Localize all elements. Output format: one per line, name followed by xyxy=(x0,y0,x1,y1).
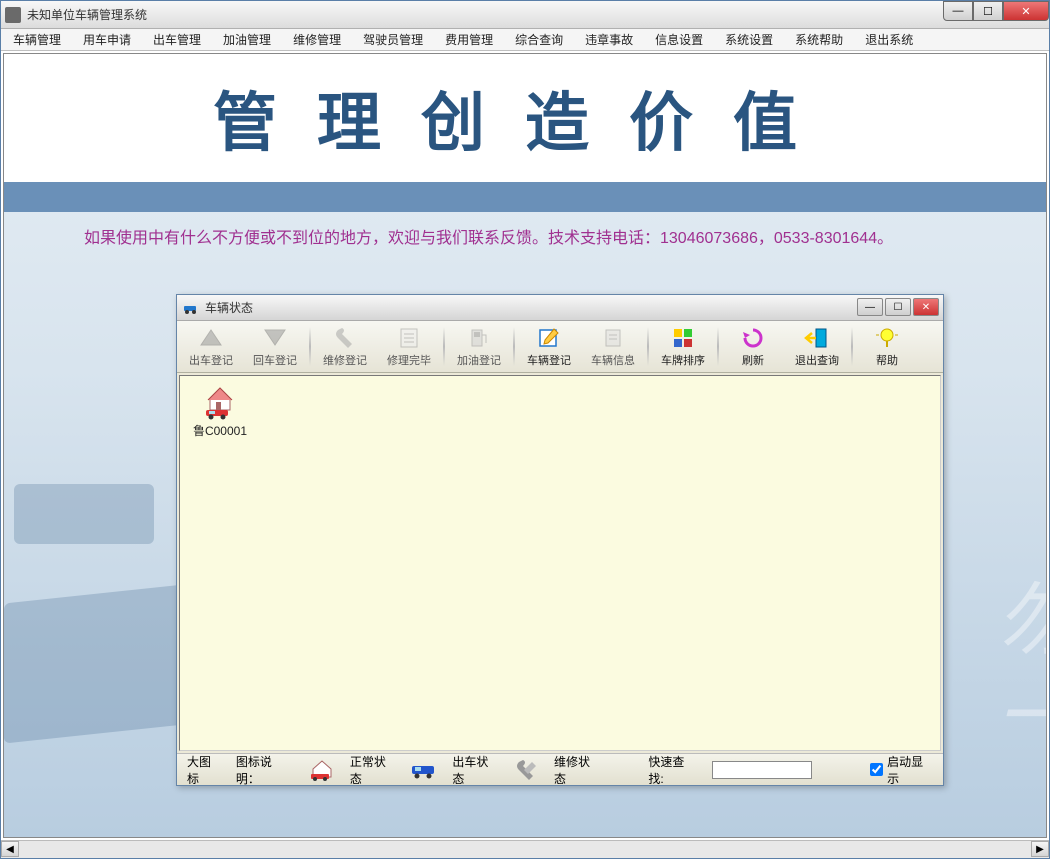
auto-show-checkbox[interactable]: 启动显示 xyxy=(870,753,933,787)
legend-label: 图标说明： xyxy=(236,753,294,787)
child-window-title: 车辆状态 xyxy=(205,299,253,316)
vehicle-info-button: 车辆信息 xyxy=(581,323,645,370)
plate-sort-button[interactable]: 车牌排序 xyxy=(651,323,715,370)
wrench-icon xyxy=(332,326,358,350)
quick-search-label: 快速查找: xyxy=(648,753,698,787)
help-icon xyxy=(874,326,900,350)
scroll-right-button[interactable]: ▶ xyxy=(1031,841,1049,857)
toolbar-separator xyxy=(513,327,515,366)
toolbar-separator xyxy=(647,327,649,366)
bg-decoration xyxy=(14,484,154,544)
out-status-label: 出车状态 xyxy=(452,753,498,787)
child-window-controls: — ☐ ✕ xyxy=(857,298,939,316)
auto-show-check[interactable] xyxy=(870,763,883,776)
menu-violation[interactable]: 违章事故 xyxy=(579,29,639,50)
exit-icon xyxy=(804,326,830,350)
menu-help[interactable]: 系统帮助 xyxy=(789,29,849,50)
child-close-button[interactable]: ✕ xyxy=(913,298,939,316)
status-bar: 大图标 图标说明： 正常状态 出车状态 维修状态 快速查找: xyxy=(177,753,943,785)
menu-expense-manage[interactable]: 费用管理 xyxy=(439,29,499,50)
notebook-icon xyxy=(536,326,562,350)
child-maximize-button[interactable]: ☐ xyxy=(885,298,911,316)
child-titlebar: 车辆状态 — ☐ ✕ xyxy=(177,295,943,321)
toolbar-separator xyxy=(717,327,719,366)
menu-use-apply[interactable]: 用车申请 xyxy=(77,29,137,50)
close-button[interactable]: ✕ xyxy=(1003,1,1049,21)
repair-status-icon xyxy=(513,759,540,781)
window-controls: — ☐ ✕ xyxy=(943,1,1049,21)
window-title: 未知单位车辆管理系统 xyxy=(27,6,147,23)
vehicle-register-button[interactable]: 车辆登记 xyxy=(517,323,581,370)
sort-icon xyxy=(670,326,696,350)
info-icon xyxy=(600,326,626,350)
vehicle-status-window: 车辆状态 — ☐ ✕ 出车登记 回车登记 xyxy=(176,294,944,786)
bg-decoration xyxy=(4,585,184,744)
depart-icon xyxy=(198,326,224,350)
return-icon xyxy=(262,326,288,350)
big-icon-label[interactable]: 大图标 xyxy=(187,753,222,787)
child-minimize-button[interactable]: — xyxy=(857,298,883,316)
repair-register-button: 维修登记 xyxy=(313,323,377,370)
main-content: 管理创造价值 如果使用中有什么不方便或不到位的地方，欢迎与我们联系反馈。技术支持… xyxy=(3,53,1047,838)
menu-fuel-manage[interactable]: 加油管理 xyxy=(217,29,277,50)
normal-status-icon xyxy=(308,759,336,781)
vehicle-item[interactable]: 鲁C00001 xyxy=(188,384,252,439)
menu-info-settings[interactable]: 信息设置 xyxy=(649,29,709,50)
out-status-icon xyxy=(410,759,438,781)
app-icon xyxy=(5,7,21,23)
vehicle-list[interactable]: 鲁C00001 xyxy=(179,375,941,751)
scroll-left-button[interactable]: ◀ xyxy=(1,841,19,857)
maximize-button[interactable]: ☐ xyxy=(973,1,1003,21)
clipboard-icon xyxy=(396,326,422,350)
depart-register-button: 出车登记 xyxy=(179,323,243,370)
menu-exit[interactable]: 退出系统 xyxy=(859,29,919,50)
fuel-icon xyxy=(466,326,492,350)
menu-driver-manage[interactable]: 驾驶员管理 xyxy=(357,29,429,50)
exit-query-button[interactable]: 退出查询 xyxy=(785,323,849,370)
menu-sys-settings[interactable]: 系统设置 xyxy=(719,29,779,50)
quick-search-input[interactable] xyxy=(712,761,812,779)
menu-repair-manage[interactable]: 维修管理 xyxy=(287,29,347,50)
normal-status-label: 正常状态 xyxy=(350,753,396,787)
menu-bar: 车辆管理 用车申请 出车管理 加油管理 维修管理 驾驶员管理 费用管理 综合查询… xyxy=(1,29,1049,51)
minimize-button[interactable]: — xyxy=(943,1,973,21)
toolbar-separator xyxy=(443,327,445,366)
horizontal-scrollbar[interactable]: ◀ ▶ xyxy=(1,840,1049,858)
toolbar: 出车登记 回车登记 维修登记 修理完毕 加油登记 xyxy=(177,321,943,373)
toolbar-separator xyxy=(851,327,853,366)
menu-query[interactable]: 综合查询 xyxy=(509,29,569,50)
help-button[interactable]: 帮助 xyxy=(855,323,919,370)
banner: 管理创造价值 xyxy=(4,54,1046,212)
main-window: 未知单位车辆管理系统 — ☐ ✕ 车辆管理 用车申请 出车管理 加油管理 维修管… xyxy=(0,0,1050,859)
refresh-icon xyxy=(740,326,766,350)
toolbar-separator xyxy=(309,327,311,366)
vehicle-plate: 鲁C00001 xyxy=(193,422,247,439)
refresh-button[interactable]: 刷新 xyxy=(721,323,785,370)
banner-text: 管理创造价值 xyxy=(4,72,1046,164)
return-register-button: 回车登记 xyxy=(243,323,307,370)
notice-text: 如果使用中有什么不方便或不到位的地方，欢迎与我们联系反馈。技术支持电话：1304… xyxy=(4,212,1046,260)
outer-titlebar: 未知单位车辆管理系统 — ☐ ✕ xyxy=(1,1,1049,29)
fuel-register-button: 加油登记 xyxy=(447,323,511,370)
bg-calligraphy: 勿一 xyxy=(996,574,1047,766)
repair-done-button: 修理完毕 xyxy=(377,323,441,370)
car-icon xyxy=(183,302,199,314)
menu-depart-manage[interactable]: 出车管理 xyxy=(147,29,207,50)
repair-status-label: 维修状态 xyxy=(554,753,600,787)
house-car-icon xyxy=(202,384,238,420)
menu-vehicle-manage[interactable]: 车辆管理 xyxy=(7,29,67,50)
